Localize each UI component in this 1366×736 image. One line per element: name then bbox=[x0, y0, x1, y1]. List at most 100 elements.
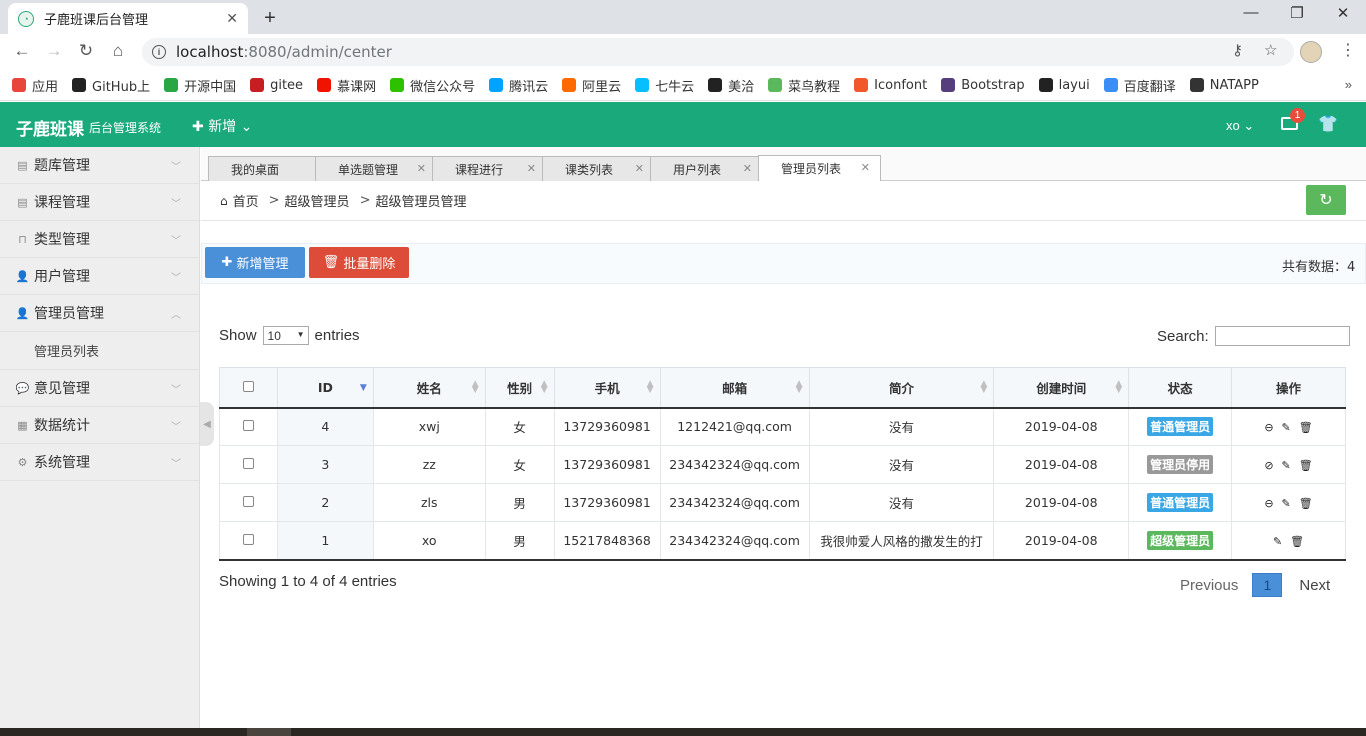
disable-icon[interactable]: ⊖ bbox=[1264, 497, 1273, 510]
forward-icon[interactable]: → bbox=[42, 41, 66, 61]
close-tab-icon[interactable]: ✕ bbox=[417, 162, 426, 175]
breadcrumb-home[interactable]: 首页 bbox=[233, 191, 259, 210]
column-header[interactable]: 操作 bbox=[1231, 367, 1346, 409]
minimize-icon[interactable]: — bbox=[1228, 4, 1274, 21]
sidebar-item[interactable]: 👤 用户管理 ﹀ bbox=[0, 258, 199, 295]
select-all-header bbox=[219, 367, 278, 409]
sidebar-collapse-handle[interactable]: ◀ bbox=[200, 402, 214, 446]
sidebar-item[interactable]: ▤ 题库管理 ﹀ bbox=[0, 147, 199, 184]
content-tab[interactable]: 单选题管理 ✕ bbox=[315, 156, 437, 181]
close-tab-icon[interactable]: ✕ bbox=[635, 162, 644, 175]
address-bar[interactable]: i localhost:8080/admin/center bbox=[142, 38, 1294, 66]
delete-trash-icon[interactable]: 🗑 bbox=[1299, 497, 1313, 510]
next-page-button[interactable]: Next bbox=[1299, 577, 1330, 594]
close-tab-icon[interactable]: ✕ bbox=[861, 161, 870, 174]
delete-trash-icon[interactable]: 🗑 bbox=[1299, 459, 1313, 472]
search-label: Search: bbox=[1157, 327, 1209, 345]
edit-pencil-icon[interactable]: ✎ bbox=[1282, 421, 1291, 434]
bookmark-item[interactable]: Bootstrap bbox=[941, 78, 1025, 93]
more-bookmarks-icon[interactable]: » bbox=[1345, 77, 1352, 92]
bookmark-item[interactable]: 开源中国 bbox=[164, 76, 236, 95]
content-tab[interactable]: 我的桌面 bbox=[208, 156, 320, 181]
column-header[interactable]: ID ▼ bbox=[276, 367, 374, 409]
bookmark-item[interactable]: NATAPP bbox=[1189, 78, 1259, 93]
content-tab[interactable]: 课程进行 ✕ bbox=[432, 156, 547, 181]
site-info-icon[interactable]: i bbox=[152, 45, 166, 59]
bookmark-item[interactable]: 慕课网 bbox=[317, 76, 376, 95]
content-tab[interactable]: 课类列表 ✕ bbox=[542, 156, 655, 181]
back-icon[interactable]: ← bbox=[10, 41, 34, 61]
sidebar-subitem[interactable]: 管理员列表 bbox=[0, 332, 199, 370]
sidebar-item[interactable]: ▤ 课程管理 ﹀ bbox=[0, 184, 199, 221]
column-header[interactable]: 姓名 ▲ ▼ bbox=[372, 367, 486, 409]
bookmark-item[interactable]: gitee bbox=[250, 78, 303, 93]
column-header[interactable]: 手机 ▲ ▼ bbox=[553, 367, 661, 409]
key-icon[interactable]: ⚷ bbox=[1232, 41, 1243, 59]
bookmark-item[interactable]: 腾讯云 bbox=[489, 76, 548, 95]
column-header[interactable]: 邮箱 ▲ ▼ bbox=[659, 367, 810, 409]
refresh-button[interactable]: ↻ bbox=[1306, 185, 1346, 215]
bookmark-item[interactable]: layui bbox=[1038, 78, 1090, 93]
bookmark-item[interactable]: 应用 bbox=[12, 76, 58, 95]
previous-page-button[interactable]: Previous bbox=[1180, 577, 1238, 594]
new-tab-button[interactable]: + bbox=[257, 5, 283, 31]
column-header[interactable]: 性别 ▲ ▼ bbox=[484, 367, 555, 409]
page-length-select[interactable]: 10 bbox=[262, 326, 309, 345]
cell-intro: 我很帅爱人风格的撒发生的打 bbox=[808, 521, 995, 561]
edit-pencil-icon[interactable]: ✎ bbox=[1282, 497, 1291, 510]
enable-icon[interactable]: ⊘ bbox=[1264, 459, 1273, 472]
bookmark-item[interactable]: Iconfont bbox=[854, 78, 927, 93]
browser-tab[interactable]: ◔ 子鹿班课后台管理 ✕ bbox=[8, 3, 248, 34]
select-all-checkbox[interactable] bbox=[242, 380, 254, 392]
delete-trash-icon[interactable]: 🗑 bbox=[1299, 421, 1313, 434]
bookmark-item[interactable]: 微信公众号 bbox=[390, 76, 475, 95]
bookmark-item[interactable]: 菜鸟教程 bbox=[768, 76, 840, 95]
taskbar-active-item[interactable] bbox=[247, 728, 291, 736]
content-tab[interactable]: 用户列表 ✕ bbox=[650, 156, 763, 181]
disable-icon[interactable]: ⊖ bbox=[1264, 421, 1273, 434]
row-checkbox[interactable] bbox=[242, 533, 254, 545]
sidebar-item[interactable]: ⊓ 类型管理 ﹀ bbox=[0, 221, 199, 258]
sidebar-item[interactable]: 👤 管理员管理 ︿ bbox=[0, 295, 199, 332]
bookmark-item[interactable]: 阿里云 bbox=[562, 76, 621, 95]
column-header[interactable]: 状态 bbox=[1128, 367, 1233, 409]
add-admin-button[interactable]: ✚ 新增管理 bbox=[205, 247, 305, 278]
column-header[interactable]: 简介 ▲ ▼ bbox=[808, 367, 995, 409]
maximize-icon[interactable]: ❐ bbox=[1274, 4, 1320, 22]
row-checkbox[interactable] bbox=[242, 420, 254, 432]
batch-delete-button[interactable]: 🗑 批量删除 bbox=[309, 247, 409, 278]
edit-pencil-icon[interactable]: ✎ bbox=[1273, 535, 1282, 548]
bookmark-star-icon[interactable]: ☆ bbox=[1264, 41, 1277, 59]
close-tab-icon[interactable]: ✕ bbox=[743, 162, 752, 175]
browser-menu-icon[interactable]: ⋮ bbox=[1340, 40, 1356, 60]
home-icon[interactable]: ⌂ bbox=[106, 41, 130, 61]
bookmark-item[interactable]: 美洽 bbox=[708, 76, 754, 95]
row-checkbox[interactable] bbox=[242, 458, 254, 469]
reload-icon[interactable]: ↻ bbox=[74, 41, 98, 61]
delete-trash-icon[interactable]: 🗑 bbox=[1290, 535, 1304, 548]
bookmark-item[interactable]: 百度翻译 bbox=[1103, 76, 1176, 95]
bookmark-item[interactable]: 七牛云 bbox=[635, 76, 694, 95]
user-menu[interactable]: xo ⌄ bbox=[1226, 118, 1254, 134]
current-page-button[interactable]: 1 bbox=[1252, 573, 1283, 597]
sidebar-item[interactable]: ⚙ 系统管理 ﹀ bbox=[0, 444, 199, 481]
profile-avatar-icon[interactable] bbox=[1300, 41, 1322, 63]
sidebar-item[interactable]: ▦ 数据统计 ﹀ bbox=[0, 407, 199, 444]
window-close-icon[interactable]: ✕ bbox=[1320, 4, 1366, 22]
sidebar-item-label: 类型管理 bbox=[34, 232, 90, 248]
edit-pencil-icon[interactable]: ✎ bbox=[1282, 459, 1291, 472]
column-header[interactable]: 创建时间 ▲ ▼ bbox=[993, 367, 1130, 409]
add-menu-button[interactable]: ✚ 新增 ⌄ bbox=[192, 116, 252, 136]
search-input[interactable] bbox=[1214, 326, 1350, 346]
breadcrumb-separator: > bbox=[268, 193, 280, 208]
close-tab-icon[interactable]: ✕ bbox=[527, 162, 536, 175]
row-checkbox[interactable] bbox=[242, 496, 254, 507]
sidebar-item[interactable]: 💬 意见管理 ﹀ bbox=[0, 370, 199, 407]
breadcrumb-level-1[interactable]: 超级管理员 bbox=[285, 191, 350, 210]
content-tab[interactable]: 管理员列表 ✕ bbox=[758, 155, 881, 181]
app-subtitle: 后台管理系统 bbox=[89, 121, 162, 135]
app-logo[interactable]: 子鹿班课 bbox=[16, 115, 84, 140]
close-tab-icon[interactable]: ✕ bbox=[226, 10, 238, 27]
bookmark-item[interactable]: GitHub上 bbox=[72, 76, 150, 95]
theme-shirt-icon[interactable]: 👕 bbox=[1318, 114, 1338, 134]
